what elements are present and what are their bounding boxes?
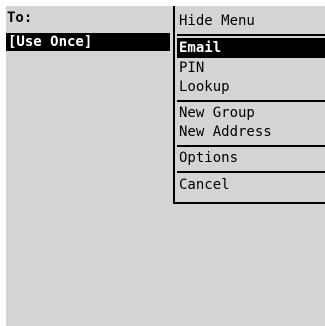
device-screen: To: [Use Once] Hide Menu Email PIN Looku… — [6, 6, 325, 326]
menu-item-lookup[interactable]: Lookup — [177, 77, 325, 97]
menu-separator — [177, 34, 325, 36]
context-menu: Hide Menu Email PIN Lookup New Group New… — [173, 6, 325, 204]
to-address-field[interactable]: [Use Once] — [6, 33, 170, 51]
menu-item-cancel[interactable]: Cancel — [177, 175, 325, 195]
menu-item-pin[interactable]: PIN — [177, 58, 325, 78]
menu-separator — [177, 100, 325, 102]
to-label: To: — [7, 10, 33, 26]
menu-item-new-group[interactable]: New Group — [177, 103, 325, 123]
menu-item-hide-menu[interactable]: Hide Menu — [177, 11, 325, 31]
menu-item-email[interactable]: Email — [177, 38, 325, 58]
menu-item-new-address[interactable]: New Address — [177, 122, 325, 142]
menu-separator — [177, 145, 325, 147]
menu-separator — [177, 171, 325, 173]
menu-item-options[interactable]: Options — [177, 148, 325, 168]
